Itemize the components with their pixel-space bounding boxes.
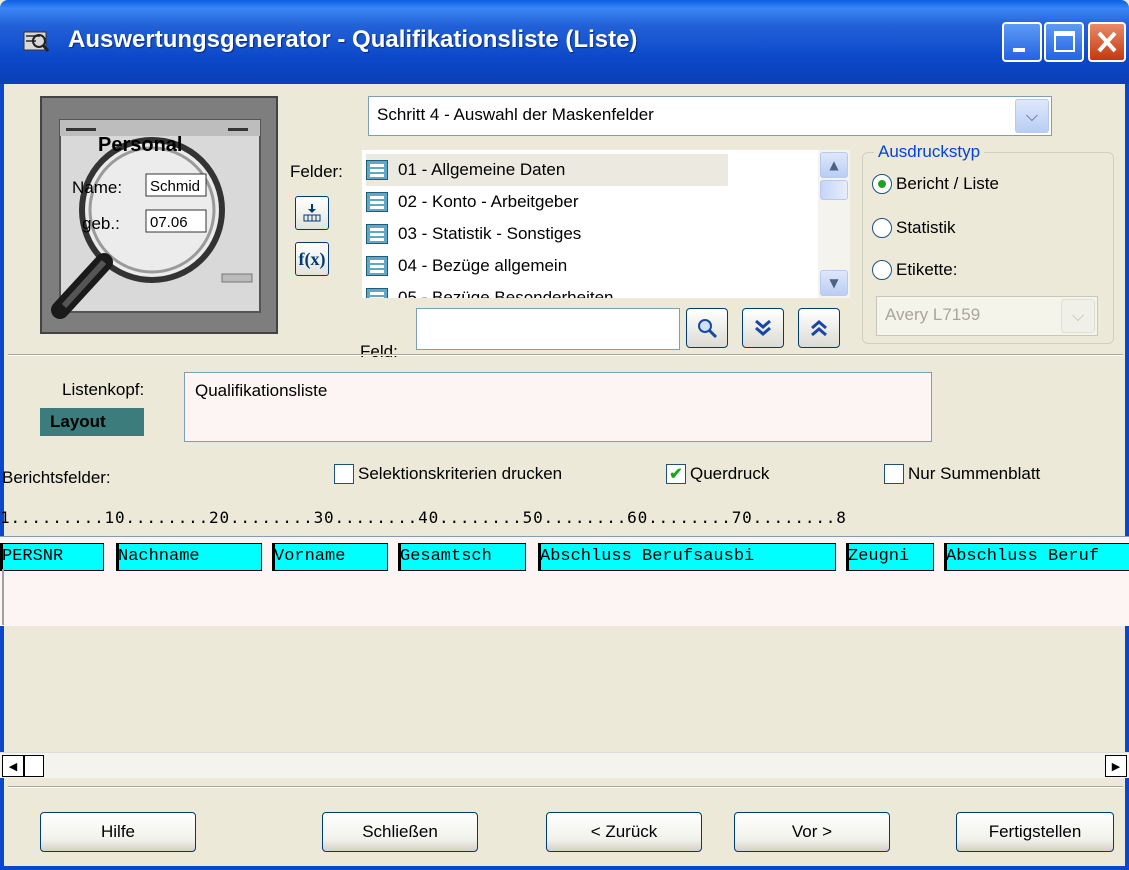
- report-field[interactable]: Abschluss Beruf: [944, 543, 1129, 571]
- step-dropdown[interactable]: Schritt 4 - Auswahl der Maskenfelder ⌵: [368, 96, 1052, 136]
- radio-label: Statistik: [896, 218, 956, 237]
- report-field[interactable]: Abschluss Berufsausbi: [538, 543, 836, 571]
- list-item[interactable]: 01 - Allgemeine Daten: [366, 154, 728, 186]
- form-icon: [366, 160, 388, 180]
- radio-etikette[interactable]: Etikette:: [872, 260, 957, 280]
- label-format-value: Avery L7159: [885, 305, 981, 324]
- layout-button[interactable]: Layout: [40, 408, 144, 436]
- list-item[interactable]: 03 - Statistik - Sonstiges: [366, 218, 806, 250]
- chevron-down-icon[interactable]: ⌵: [1015, 99, 1049, 133]
- finish-button[interactable]: Fertigstellen: [956, 812, 1114, 852]
- report-field[interactable]: Nachname: [116, 543, 262, 571]
- divider: [8, 786, 1123, 788]
- find-previous-button[interactable]: [798, 308, 840, 348]
- form-icon: [366, 224, 388, 244]
- checkbox-label: Selektionskriterien drucken: [358, 464, 563, 483]
- insertion-cursor: [2, 569, 4, 625]
- radio-bericht-liste[interactable]: Bericht / Liste: [872, 174, 999, 194]
- checkbox-nur-summenblatt[interactable]: Nur Summenblatt: [884, 464, 1040, 484]
- checkbox[interactable]: ✔: [666, 464, 686, 484]
- checkbox-label: Querdruck: [690, 464, 770, 483]
- radio-button[interactable]: [872, 174, 892, 194]
- report-field[interactable]: Gesamtsch: [398, 543, 526, 571]
- felder-list[interactable]: 01 - Allgemeine Daten 02 - Konto - Arbei…: [362, 150, 850, 298]
- next-button[interactable]: Vor >: [734, 812, 890, 852]
- list-item-label: 04 - Bezüge allgemein: [398, 256, 568, 275]
- checkbox-querdruck[interactable]: ✔ Querdruck: [666, 464, 769, 484]
- radio-label: Etikette:: [896, 260, 958, 279]
- label-format-dropdown[interactable]: Avery L7159 ⌵: [876, 296, 1098, 336]
- felder-scrollbar[interactable]: ▲ ▼: [818, 150, 850, 298]
- form-icon: [366, 256, 388, 276]
- illustration-geb-value: 07.06: [150, 214, 188, 231]
- formula-button[interactable]: f(x): [295, 242, 329, 276]
- back-button[interactable]: < Zurück: [546, 812, 702, 852]
- list-item-label: 01 - Allgemeine Daten: [398, 160, 566, 179]
- search-button[interactable]: [686, 308, 728, 348]
- double-chevron-up-icon: [811, 320, 827, 337]
- berichtsfelder-label: Berichtsfelder:: [2, 468, 111, 487]
- checkbox[interactable]: [884, 464, 904, 484]
- feld-label: Feld:: [360, 342, 398, 361]
- checkbox-selektionskriterien[interactable]: Selektionskriterien drucken: [334, 464, 562, 484]
- illustration-geb-label: geb.:: [82, 214, 120, 233]
- feld-input[interactable]: [416, 308, 680, 350]
- scroll-left-icon[interactable]: ◀: [2, 755, 24, 777]
- list-item-label: 05 - Bezüge Besonderheiten: [398, 288, 614, 298]
- horizontal-scrollbar[interactable]: ◀ ▶: [0, 752, 1129, 778]
- listenkopf-input[interactable]: Qualifikationsliste: [184, 372, 932, 442]
- radio-button[interactable]: [872, 260, 892, 280]
- report-field[interactable]: Zeugni: [846, 543, 934, 571]
- list-item[interactable]: 05 - Bezüge Besonderheiten: [366, 282, 806, 298]
- radio-label: Bericht / Liste: [896, 174, 999, 193]
- illustration-name-label: Name:: [72, 178, 123, 197]
- radio-button[interactable]: [872, 218, 892, 238]
- insert-field-icon: [303, 204, 321, 222]
- step-dropdown-value: Schritt 4 - Auswahl der Maskenfelder: [377, 105, 654, 124]
- report-field[interactable]: Vorname: [272, 543, 388, 571]
- scroll-up-icon[interactable]: ▲: [820, 152, 848, 178]
- close-window-button[interactable]: [1088, 22, 1126, 62]
- ausdruckstyp-title: Ausdruckstyp: [874, 142, 985, 162]
- scroll-thumb[interactable]: [24, 755, 44, 777]
- scroll-down-icon[interactable]: ▼: [820, 270, 848, 296]
- personal-illustration: Personal Name: Schmid geb.: 07.06: [40, 96, 278, 334]
- app-icon: [22, 28, 50, 54]
- window-title: Auswertungsgenerator - Qualifikationslis…: [68, 26, 638, 53]
- checkbox[interactable]: [334, 464, 354, 484]
- scroll-right-icon[interactable]: ▶: [1105, 755, 1127, 777]
- report-fields-area[interactable]: PERSNR Nachname Vorname Gesamtsch Abschl…: [0, 536, 1129, 626]
- checkbox-label: Nur Summenblatt: [908, 464, 1041, 483]
- list-item-label: 02 - Konto - Arbeitgeber: [398, 192, 579, 211]
- find-next-button[interactable]: [742, 308, 784, 348]
- report-field[interactable]: PERSNR: [0, 543, 104, 571]
- close-button[interactable]: Schließen: [322, 812, 478, 852]
- list-item[interactable]: 02 - Konto - Arbeitgeber: [366, 186, 806, 218]
- help-button[interactable]: Hilfe: [40, 812, 196, 852]
- double-chevron-down-icon: [755, 319, 771, 336]
- radio-statistik[interactable]: Statistik: [872, 218, 956, 238]
- list-item-label: 03 - Statistik - Sonstiges: [398, 224, 582, 243]
- felder-label: Felder:: [290, 162, 343, 181]
- illustration-name-value: Schmid: [150, 178, 201, 195]
- divider: [8, 354, 1123, 356]
- listenkopf-label: Listenkopf:: [62, 380, 145, 399]
- form-icon: [366, 192, 388, 212]
- scroll-thumb[interactable]: [820, 180, 848, 200]
- column-ruler: 1.........10........20........30........…: [0, 508, 847, 527]
- chevron-down-icon[interactable]: ⌵: [1061, 299, 1095, 333]
- form-icon: [366, 288, 388, 298]
- insert-field-button[interactable]: [295, 196, 329, 230]
- maximize-button[interactable]: [1044, 22, 1084, 62]
- list-item[interactable]: 04 - Bezüge allgemein: [366, 250, 806, 282]
- minimize-button[interactable]: [1002, 22, 1042, 62]
- magnifier-icon: [698, 319, 718, 339]
- illustration-heading: Personal: [98, 134, 183, 156]
- function-icon: f(x): [298, 248, 326, 269]
